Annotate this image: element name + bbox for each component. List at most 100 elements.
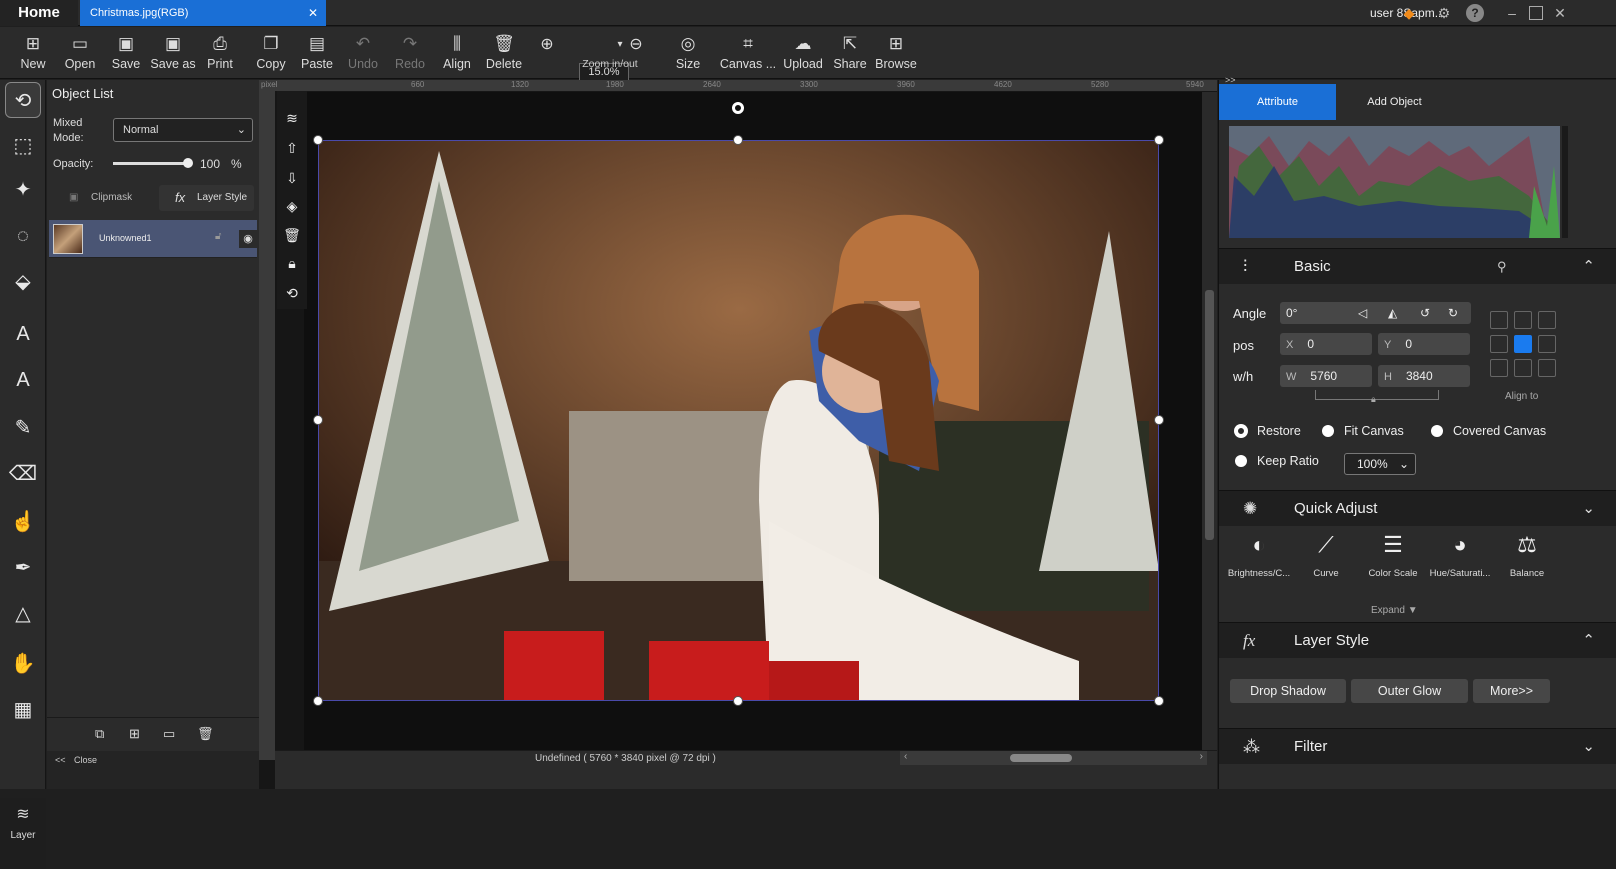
zoom-in-icon[interactable]: ⊕: [538, 36, 556, 54]
marquee-tool-icon[interactable]: ⬚: [5, 128, 41, 164]
y-field[interactable]: Y0: [1378, 333, 1470, 355]
trash-icon[interactable]: 🗑: [197, 726, 214, 742]
lock-icon[interactable]: 🔓︎: [215, 231, 221, 242]
document-tab[interactable]: Christmas.jpg(RGB) ✕: [80, 0, 326, 26]
save-as-button[interactable]: ▣ Save as: [148, 27, 198, 79]
maximize-icon[interactable]: [1529, 6, 1543, 20]
align-bottom-right[interactable]: [1538, 359, 1556, 377]
drop-shadow-button[interactable]: Drop Shadow: [1230, 679, 1346, 703]
quick-adjust-header[interactable]: ✺ Quick Adjust ⌄: [1219, 490, 1616, 526]
scroll-left-icon[interactable]: ‹: [904, 751, 907, 762]
balance-button[interactable]: ⚖ Balance: [1487, 530, 1567, 579]
resize-handle[interactable]: [733, 696, 743, 706]
select-tool-icon[interactable]: ⟲: [5, 82, 41, 118]
premium-icon[interactable]: ◆: [1400, 4, 1418, 22]
upload-button[interactable]: ☁ Upload: [781, 27, 825, 79]
align-top-right[interactable]: [1538, 311, 1556, 329]
align-middle-right[interactable]: [1538, 335, 1556, 353]
copy-button[interactable]: ❐ Copy: [252, 27, 290, 79]
scroll-thumb[interactable]: [1010, 754, 1072, 762]
paint-bucket-icon[interactable]: ⬙: [5, 264, 41, 300]
tab-add-object[interactable]: Add Object: [1336, 84, 1453, 120]
ratio-select[interactable]: 100% ⌄: [1344, 453, 1416, 475]
resize-handle[interactable]: [1154, 415, 1164, 425]
new-button[interactable]: ⊞ New: [14, 27, 52, 79]
align-middle-left[interactable]: [1490, 335, 1508, 353]
restore-radio[interactable]: Restore: [1235, 424, 1301, 438]
lock-icon[interactable]: 🔒︎: [1371, 394, 1376, 405]
eraser-icon[interactable]: ⌫: [5, 456, 41, 492]
open-button[interactable]: ▭ Open: [60, 27, 100, 79]
more-button[interactable]: More>>: [1473, 679, 1550, 703]
bring-forward-icon[interactable]: ⇧: [283, 139, 301, 157]
undo-button[interactable]: ↶ Undo: [344, 27, 382, 79]
opacity-slider-knob[interactable]: [183, 158, 193, 168]
clipmask-button[interactable]: ▣ Clipmask: [53, 185, 153, 211]
rotate-handle[interactable]: [732, 102, 744, 114]
close-tab-icon[interactable]: ✕: [308, 0, 318, 26]
basic-section-header[interactable]: ⫶ Basic ⚲ ⌃: [1219, 248, 1616, 284]
grid-tool-icon[interactable]: ▦: [5, 692, 41, 728]
close-panel-bar[interactable]: << Close: [47, 751, 259, 789]
align-top-center[interactable]: [1514, 311, 1532, 329]
align-bottom-left[interactable]: [1490, 359, 1508, 377]
hand-icon[interactable]: ✋: [5, 646, 41, 682]
eye-icon[interactable]: ◉: [239, 230, 257, 248]
home-tab[interactable]: Home: [0, 0, 78, 26]
paste-button[interactable]: ▤ Paste: [297, 27, 337, 79]
expand-link[interactable]: Expand ▼: [1371, 605, 1418, 616]
rotate-right-icon[interactable]: ↻: [1448, 302, 1458, 324]
magic-wand-icon[interactable]: ✦: [5, 172, 41, 208]
canvas-stage[interactable]: [304, 92, 1202, 760]
layer-tab[interactable]: ≋ Layer: [0, 798, 46, 869]
fit-canvas-radio[interactable]: Fit Canvas: [1322, 424, 1404, 438]
align-center[interactable]: [1514, 335, 1532, 353]
opacity-slider[interactable]: [113, 158, 193, 168]
histogram-scrollbar[interactable]: [1562, 126, 1568, 238]
scroll-thumb[interactable]: [1205, 290, 1214, 540]
chevron-up-icon[interactable]: ⌃: [1582, 623, 1595, 659]
tab-attribute[interactable]: Attribute: [1219, 84, 1336, 120]
align-bottom-center[interactable]: [1514, 359, 1532, 377]
brush-icon[interactable]: ✎: [5, 410, 41, 446]
pen-icon[interactable]: ✒: [5, 550, 41, 586]
rotate-left-icon[interactable]: ↺: [1420, 302, 1430, 324]
scroll-right-icon[interactable]: ›: [1200, 751, 1203, 762]
x-field[interactable]: X0: [1280, 333, 1372, 355]
help-icon[interactable]: ?: [1466, 4, 1484, 22]
layers-icon[interactable]: ≋: [283, 109, 301, 127]
close-window-icon[interactable]: ✕: [1551, 4, 1569, 22]
angle-field[interactable]: 0° ◁ ◭ ↺ ↻: [1280, 302, 1471, 324]
text-style-icon[interactable]: A: [5, 362, 41, 398]
shape-icon[interactable]: △: [5, 596, 41, 632]
smudge-icon[interactable]: ☝: [5, 504, 41, 540]
chevron-up-icon[interactable]: ⌃: [1582, 249, 1595, 285]
pin-icon[interactable]: ⚲: [1497, 249, 1507, 285]
height-field[interactable]: H 3840: [1378, 365, 1470, 387]
browse-button[interactable]: ⊞ Browse: [874, 27, 918, 79]
minimize-icon[interactable]: –: [1503, 4, 1521, 22]
chevron-down-icon[interactable]: ⌄: [1582, 729, 1595, 765]
flip-horizontal-icon[interactable]: ◁: [1358, 302, 1367, 324]
send-backward-icon[interactable]: ⇩: [283, 169, 301, 187]
filter-header[interactable]: ⁂ Filter ⌄: [1219, 728, 1616, 764]
add-layer-icon[interactable]: ⊞: [129, 726, 140, 742]
lock-icon[interactable]: 🔒︎: [283, 254, 301, 272]
zoom-out-icon[interactable]: ⊖: [627, 36, 645, 54]
layer-row[interactable]: Unknowned1 🔓︎ ◉: [49, 220, 257, 258]
mixed-mode-select[interactable]: Normal ⌄: [113, 118, 253, 142]
delete-button[interactable]: 🗑 Delete: [483, 27, 525, 79]
align-top-left[interactable]: [1490, 311, 1508, 329]
width-field[interactable]: W 5760: [1280, 365, 1372, 387]
canvas-button[interactable]: ⌗ Canvas ...: [719, 27, 777, 79]
stack-icon[interactable]: ◈: [283, 197, 301, 215]
select-icon[interactable]: ⟲: [283, 284, 301, 302]
trash-icon[interactable]: 🗑: [283, 226, 301, 244]
layer-style-button[interactable]: fx Layer Style: [159, 185, 254, 211]
resize-handle[interactable]: [733, 135, 743, 145]
flip-vertical-icon[interactable]: ◭: [1388, 302, 1397, 324]
resize-handle[interactable]: [313, 415, 323, 425]
double-chevron-down-icon[interactable]: ⌄: [1582, 491, 1595, 527]
horizontal-scrollbar[interactable]: ‹ ›: [900, 751, 1207, 765]
resize-handle[interactable]: [1154, 696, 1164, 706]
